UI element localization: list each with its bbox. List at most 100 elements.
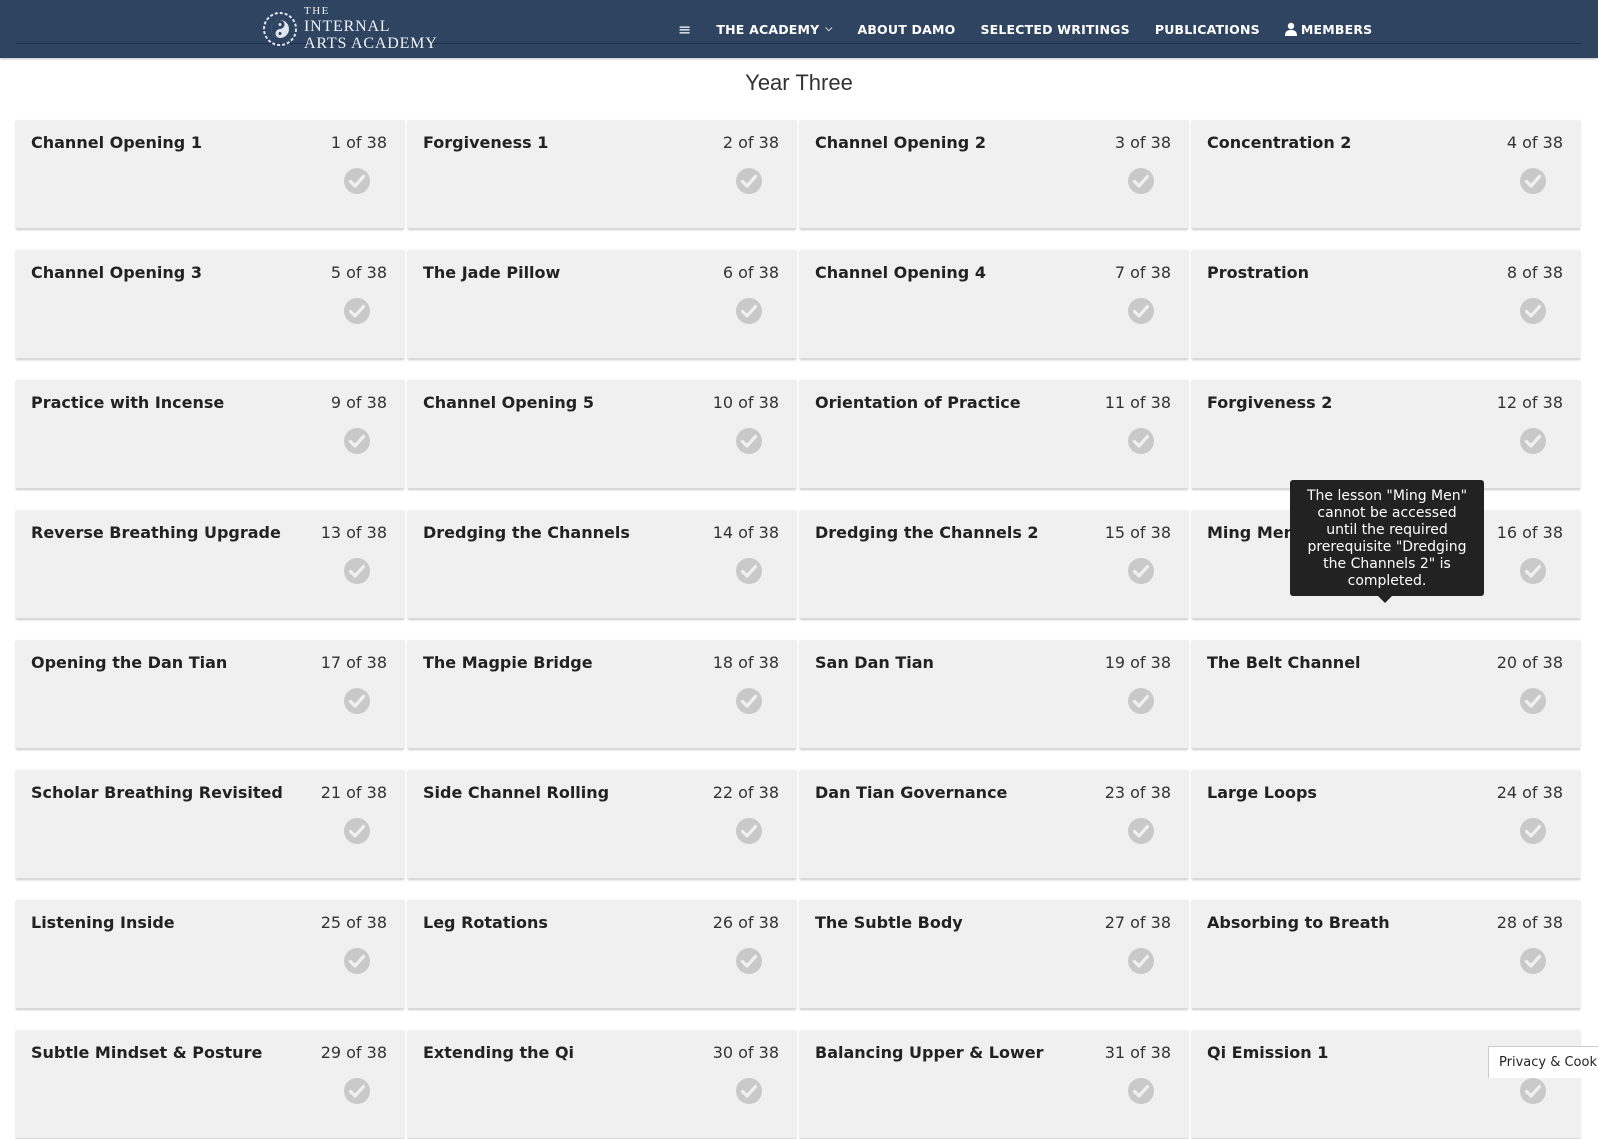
lesson-title: Leg Rotations: [423, 913, 548, 932]
lesson-title: Practice with Incense: [31, 393, 225, 412]
lesson-count: 6 of 38: [722, 263, 779, 282]
lesson-count: 28 of 38: [1496, 913, 1563, 932]
hamburger-menu-icon[interactable]: ≡: [678, 20, 691, 39]
check-circle-icon: [736, 298, 762, 324]
lesson-card[interactable]: Subtle Mindset & Posture 29 of 38: [16, 1030, 404, 1139]
lesson-card[interactable]: Practice with Incense 9 of 38: [16, 380, 404, 489]
nav-item-about-damo[interactable]: ABOUT DAMO: [857, 22, 955, 37]
check-circle-icon: [1520, 948, 1546, 974]
lesson-card[interactable]: Channel Opening 3 5 of 38: [16, 250, 404, 359]
lesson-card[interactable]: Channel Opening 2 3 of 38: [800, 120, 1188, 229]
lesson-title: San Dan Tian: [815, 653, 934, 672]
lesson-card[interactable]: Forgiveness 1 2 of 38: [408, 120, 796, 229]
lesson-card[interactable]: Dredging the Channels 14 of 38: [408, 510, 796, 619]
lesson-count: 5 of 38: [330, 263, 387, 282]
lesson-card[interactable]: Large Loops 24 of 38: [1192, 770, 1580, 879]
lesson-title: The Magpie Bridge: [423, 653, 593, 672]
check-circle-icon: [736, 168, 762, 194]
lesson-title: Subtle Mindset & Posture: [31, 1043, 263, 1062]
lesson-title: Opening the Dan Tian: [31, 653, 228, 672]
lesson-count: 13 of 38: [320, 523, 387, 542]
lesson-card[interactable]: San Dan Tian 19 of 38: [800, 640, 1188, 749]
lesson-title: Dan Tian Governance: [815, 783, 1008, 802]
logo-line-1: THE: [304, 5, 330, 17]
page-title: Year Three: [745, 70, 853, 95]
check-circle-icon: [344, 1078, 370, 1104]
lesson-card[interactable]: Side Channel Rolling 22 of 38: [408, 770, 796, 879]
check-circle-icon: [344, 428, 370, 454]
top-navigation-bar: THE INTERNAL ARTS ACADEMY ≡ THE ACADEMY …: [0, 0, 1598, 58]
prerequisite-tooltip: The lesson "Ming Men" cannot be accessed…: [1290, 480, 1484, 603]
check-circle-icon: [1128, 1078, 1154, 1104]
lesson-count: 16 of 38: [1496, 523, 1563, 542]
lesson-card[interactable]: The Jade Pillow 6 of 38: [408, 250, 796, 359]
lesson-count: 25 of 38: [320, 913, 387, 932]
lesson-title: Channel Opening 1: [31, 133, 202, 152]
lesson-title: The Subtle Body: [815, 913, 963, 932]
nav-item-selected-writings[interactable]: SELECTED WRITINGS: [980, 22, 1129, 37]
main-nav: ≡ THE ACADEMY ⌵ ABOUT DAMO SELECTED WRIT…: [678, 0, 1397, 58]
privacy-cookies-button[interactable]: Privacy & Cookies: [1488, 1046, 1598, 1078]
lesson-title: Channel Opening 3: [31, 263, 202, 282]
lesson-title: Channel Opening 4: [815, 263, 986, 282]
lesson-count: 21 of 38: [320, 783, 387, 802]
lesson-card[interactable]: Dredging the Channels 2 15 of 38: [800, 510, 1188, 619]
lesson-count: 7 of 38: [1114, 263, 1171, 282]
lesson-count: 11 of 38: [1104, 393, 1171, 412]
lesson-card[interactable]: Concentration 2 4 of 38: [1192, 120, 1580, 229]
lesson-card[interactable]: Channel Opening 5 10 of 38: [408, 380, 796, 489]
lesson-card[interactable]: The Belt Channel 20 of 38: [1192, 640, 1580, 749]
lesson-card[interactable]: Forgiveness 2 12 of 38: [1192, 380, 1580, 489]
logo-wordmark: THE INTERNAL ARTS ACADEMY: [304, 6, 438, 52]
chevron-down-icon: ⌵: [825, 24, 833, 34]
lesson-count: 2 of 38: [722, 133, 779, 152]
nav-item-members[interactable]: MEMBERS: [1284, 22, 1373, 37]
lesson-title: Channel Opening 5: [423, 393, 594, 412]
lesson-count: 27 of 38: [1104, 913, 1171, 932]
lesson-card[interactable]: The Subtle Body 27 of 38: [800, 900, 1188, 1009]
lesson-card[interactable]: Channel Opening 4 7 of 38: [800, 250, 1188, 359]
lesson-title: Listening Inside: [31, 913, 175, 932]
lesson-card[interactable]: Reverse Breathing Upgrade 13 of 38: [16, 510, 404, 619]
lesson-count: 30 of 38: [712, 1043, 779, 1062]
check-circle-icon: [736, 558, 762, 584]
lesson-card[interactable]: Absorbing to Breath 28 of 38: [1192, 900, 1580, 1009]
lesson-card[interactable]: Orientation of Practice 11 of 38: [800, 380, 1188, 489]
check-circle-icon: [344, 298, 370, 324]
lesson-count: 24 of 38: [1496, 783, 1563, 802]
lesson-card[interactable]: Dan Tian Governance 23 of 38: [800, 770, 1188, 879]
lesson-title: Forgiveness 2: [1207, 393, 1333, 412]
lesson-count: 4 of 38: [1506, 133, 1563, 152]
check-circle-icon: [1128, 948, 1154, 974]
lesson-card[interactable]: Listening Inside 25 of 38: [16, 900, 404, 1009]
lesson-title: Qi Emission 1: [1207, 1043, 1329, 1062]
lesson-card[interactable]: The Magpie Bridge 18 of 38: [408, 640, 796, 749]
check-circle-icon: [1520, 298, 1546, 324]
lesson-count: 31 of 38: [1104, 1043, 1171, 1062]
lesson-title: Forgiveness 1: [423, 133, 549, 152]
lesson-count: 18 of 38: [712, 653, 779, 672]
lesson-card[interactable]: Balancing Upper & Lower 31 of 38: [800, 1030, 1188, 1139]
site-logo[interactable]: THE INTERNAL ARTS ACADEMY: [262, 6, 438, 52]
check-circle-icon: [736, 948, 762, 974]
nav-item-label: THE ACADEMY: [716, 21, 820, 37]
lesson-card[interactable]: Extending the Qi 30 of 38: [408, 1030, 796, 1139]
nav-item-the-academy[interactable]: THE ACADEMY ⌵: [716, 22, 832, 37]
lesson-card[interactable]: Prostration 8 of 38: [1192, 250, 1580, 359]
check-circle-icon: [1520, 558, 1546, 584]
lesson-title: Reverse Breathing Upgrade: [31, 523, 281, 542]
lesson-card[interactable]: Scholar Breathing Revisited 21 of 38: [16, 770, 404, 879]
check-circle-icon: [736, 1078, 762, 1104]
lesson-count: 22 of 38: [712, 783, 779, 802]
lesson-card[interactable]: Channel Opening 1 1 of 38: [16, 120, 404, 229]
user-icon: [1284, 22, 1297, 36]
check-circle-icon: [344, 168, 370, 194]
check-circle-icon: [1128, 688, 1154, 714]
lesson-card[interactable]: Opening the Dan Tian 17 of 38: [16, 640, 404, 749]
lesson-count: 9 of 38: [330, 393, 387, 412]
lesson-card[interactable]: Leg Rotations 26 of 38: [408, 900, 796, 1009]
check-circle-icon: [1128, 818, 1154, 844]
lesson-title: Ming Men: [1207, 523, 1295, 542]
lesson-count: 19 of 38: [1104, 653, 1171, 672]
nav-item-publications[interactable]: PUBLICATIONS: [1155, 22, 1260, 37]
